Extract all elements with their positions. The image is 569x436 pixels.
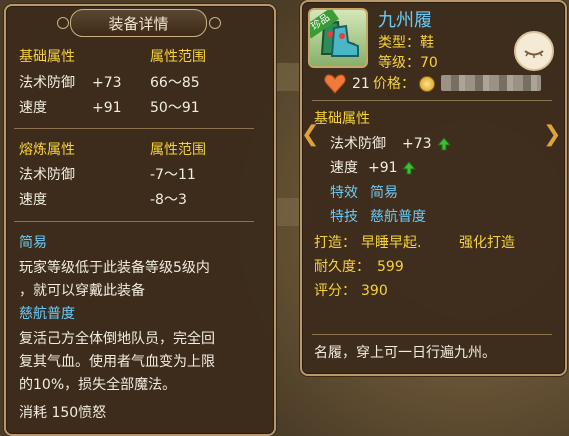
attr-name: 法术防御 — [19, 75, 75, 91]
stat-name: 法术防御 — [330, 136, 386, 152]
effect-desc: 玩家等级低于此装备等级5级内 — [19, 260, 210, 276]
maker-value: 早睡早起. — [361, 235, 422, 251]
skill-desc: 的10%，损失全部魔法。 — [19, 377, 177, 393]
panel-title: 装备详情 — [108, 15, 169, 33]
skill-value: 慈航普度 — [370, 209, 426, 225]
panel-title-plate: 装备详情 — [70, 9, 207, 37]
attr-value: +91 — [92, 100, 122, 116]
stat-value: +73 — [402, 136, 432, 152]
effect-label: 特效 — [330, 185, 358, 201]
smelt-attr-name: 速度 — [19, 192, 47, 208]
skill-name: 慈航普度 — [19, 306, 75, 322]
smelt-attr-name: 法术防御 — [19, 167, 75, 183]
price-label: 价格： — [373, 76, 415, 92]
price-value-obscured — [441, 75, 541, 91]
divider — [312, 100, 552, 101]
divider — [14, 128, 254, 129]
divider — [14, 221, 254, 222]
heart-icon — [324, 74, 346, 94]
item-level: 等级：70 — [378, 55, 438, 71]
skill-cost: 消耗 150愤怒 — [19, 405, 107, 421]
effect-value: 简易 — [370, 185, 398, 201]
maker-label: 打造： — [314, 235, 356, 251]
coin-icon — [419, 76, 435, 92]
attr-range: 66～85 — [150, 75, 200, 91]
attr-name: 速度 — [19, 100, 47, 116]
durability-label: 耐久度： — [314, 259, 370, 275]
skill-desc: 复活己方全体倒地队员，完全回 — [19, 331, 215, 347]
stat-value: +91 — [368, 160, 398, 176]
title-ornament-right — [209, 17, 221, 29]
arrow-up-icon — [402, 161, 416, 175]
score-value: 390 — [361, 283, 388, 299]
effect-name: 简易 — [19, 235, 47, 251]
equipment-detail-panel — [4, 4, 276, 436]
base-attr-header: 基础属性 — [19, 49, 75, 65]
item-description: 名履，穿上可一日行遍九州。 — [314, 345, 496, 361]
forge-label: 强化打造 — [459, 235, 515, 251]
skill-label: 特技 — [330, 209, 358, 225]
range-header: 属性范围 — [150, 49, 206, 65]
attr-range: 50～91 — [150, 100, 200, 116]
eye-closed-icon[interactable] — [514, 31, 554, 71]
smelt-attr-header: 熔炼属性 — [19, 142, 75, 158]
stat-name: 速度 — [330, 160, 358, 176]
skill-desc: 复其气血。使用者气血变为上限 — [19, 354, 215, 370]
item-type: 类型：鞋 — [378, 35, 434, 51]
item-icon: 珍品 — [308, 8, 368, 68]
item-name: 九州履 — [378, 10, 432, 31]
arrow-up-icon — [437, 137, 451, 151]
smelt-attr-range: -8～3 — [150, 192, 187, 208]
chevron-right-icon[interactable]: ❯ — [543, 122, 561, 148]
effect-desc: ，就可以穿戴此装备 — [19, 283, 145, 299]
durability-value: 599 — [377, 259, 404, 275]
smelt-attr-range: -7～11 — [150, 167, 196, 183]
smelt-range-header: 属性范围 — [150, 142, 206, 158]
attr-value: +73 — [92, 75, 122, 91]
divider — [312, 334, 552, 335]
favor-count: 21 — [352, 76, 370, 92]
title-ornament-left — [57, 17, 69, 29]
base-attr-title: 基础属性 — [314, 111, 370, 127]
score-label: 评分： — [314, 283, 356, 299]
